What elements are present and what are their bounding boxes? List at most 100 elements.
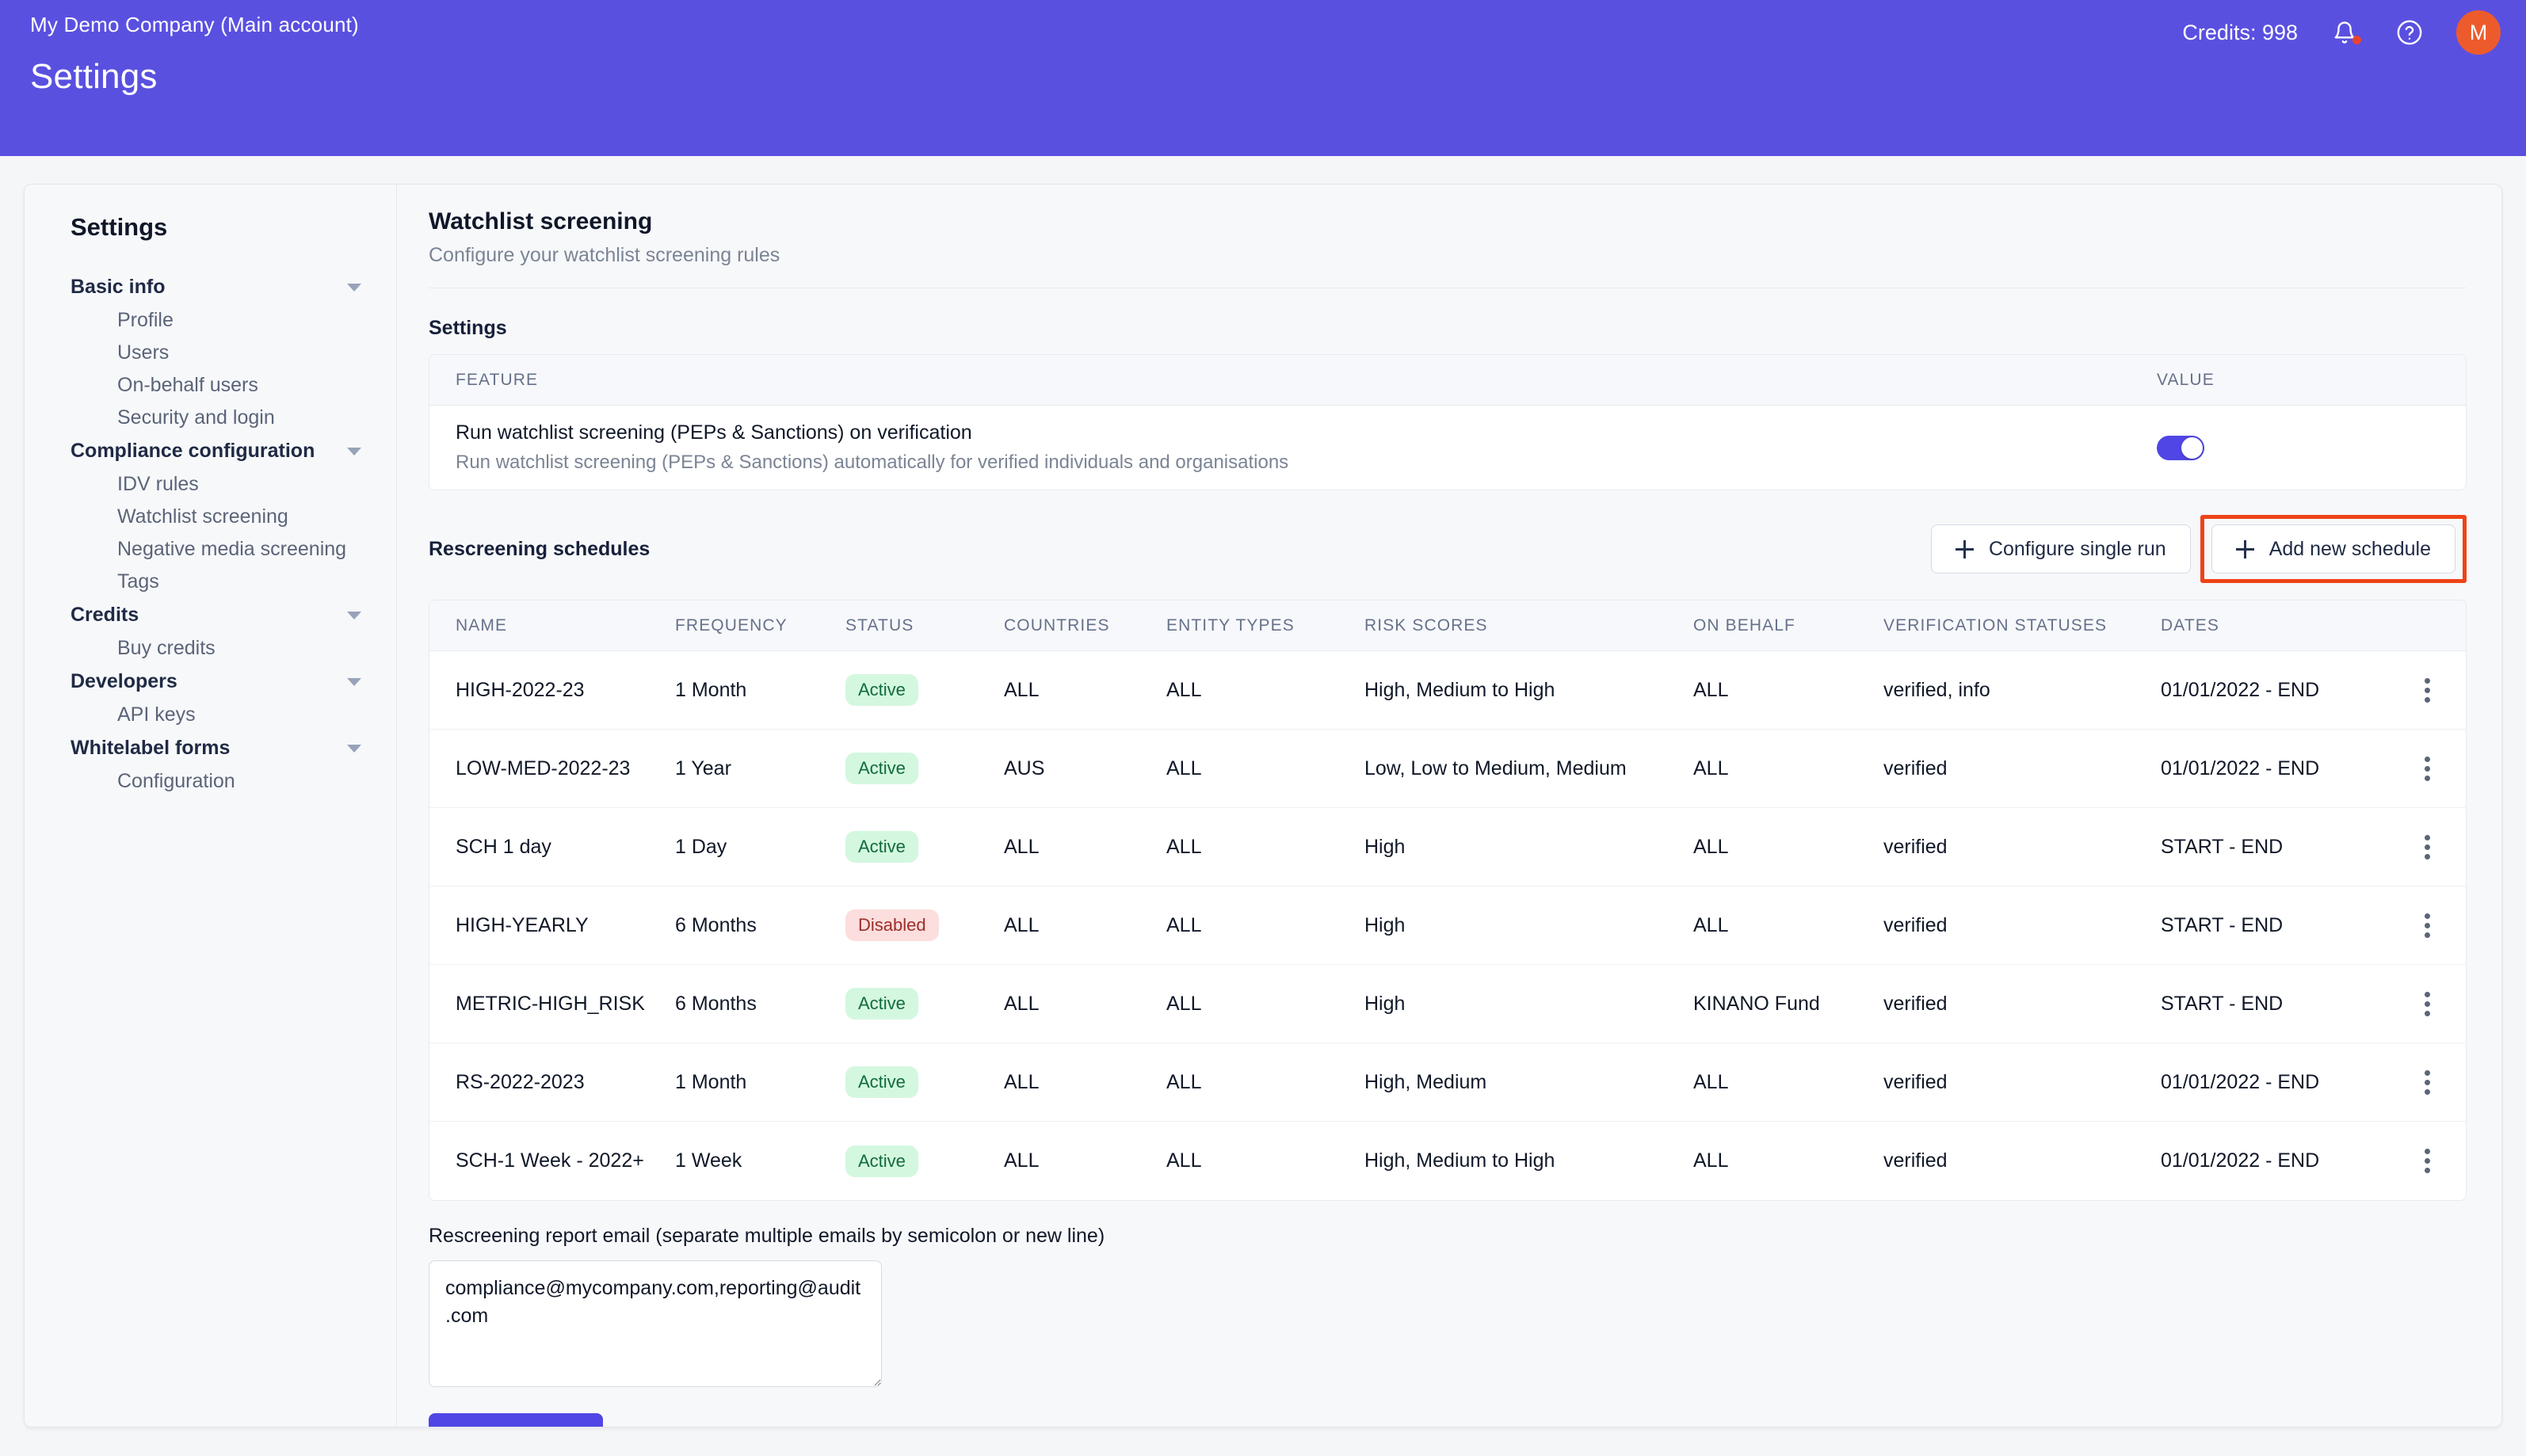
schedule-frequency: 1 Day <box>675 835 727 858</box>
schedule-name: SCH 1 day <box>456 835 551 858</box>
table-row[interactable]: SCH-1 Week - 2022+ 1 Week Active ALL ALL… <box>429 1122 2466 1200</box>
column-header-feature: FEATURE <box>456 370 539 389</box>
configure-single-run-label: Configure single run <box>1988 537 2166 560</box>
add-new-schedule-label: Add new schedule <box>2268 537 2431 560</box>
rescreening-email-input[interactable] <box>429 1260 882 1387</box>
rescreening-schedules-table: NAME FREQUENCY STATUS COUNTRIES ENTITY T… <box>429 600 2467 1201</box>
schedule-frequency: 1 Week <box>675 1149 742 1172</box>
add-new-schedule-button[interactable]: Add new schedule <box>2211 524 2455 574</box>
table-row[interactable]: SCH 1 day 1 Day Active ALL ALL High ALL … <box>429 808 2466 886</box>
chevron-down-icon <box>347 447 361 455</box>
table-row[interactable]: HIGH-2022-23 1 Month Active ALL ALL High… <box>429 651 2466 730</box>
status-badge: Active <box>845 1066 918 1098</box>
schedule-entity-types: ALL <box>1166 757 1202 779</box>
sidebar-item-tags[interactable]: Tags <box>25 566 396 598</box>
row-menu-button[interactable] <box>2425 988 2431 1020</box>
top-header-bar: My Demo Company (Main account) Settings … <box>0 0 2526 156</box>
sidebar-item-users[interactable]: Users <box>25 337 396 369</box>
schedule-countries: ALL <box>1004 1070 1040 1093</box>
status-badge: Active <box>845 674 918 706</box>
sidebar-item-buy-credits[interactable]: Buy credits <box>25 632 396 665</box>
credits-label: Credits: 998 <box>2182 20 2298 44</box>
status-badge: Active <box>845 988 918 1020</box>
table-row[interactable]: HIGH-YEARLY 6 Months Disabled ALL ALL Hi… <box>429 886 2466 965</box>
column-header-countries: COUNTRIES <box>1004 616 1110 635</box>
chevron-down-icon <box>347 677 361 686</box>
rescreening-email-label: Rescreening report email (separate multi… <box>429 1225 1105 1247</box>
chevron-down-icon <box>347 611 361 619</box>
schedule-risk-scores: High <box>1364 913 1406 936</box>
column-header-status: STATUS <box>845 616 914 635</box>
schedule-entity-types: ALL <box>1166 1070 1202 1093</box>
sidebar-item-idv-rules[interactable]: IDV rules <box>25 468 396 501</box>
notifications-button[interactable] <box>2326 14 2363 51</box>
schedule-on-behalf: ALL <box>1693 1149 1729 1172</box>
schedule-name: RS-2022-2023 <box>456 1070 585 1093</box>
sidebar-group-header-basic-info[interactable]: Basic info <box>25 270 396 304</box>
rescreening-schedules-bar: Rescreening schedules Configure single r… <box>429 515 2467 583</box>
sidebar-item-negative-media-screening[interactable]: Negative media screening <box>25 533 396 566</box>
table-row[interactable]: RS-2022-2023 1 Month Active ALL ALL High… <box>429 1043 2466 1122</box>
settings-content: Watchlist screening Configure your watch… <box>397 185 2501 1427</box>
sidebar-item-watchlist-screening[interactable]: Watchlist screening <box>25 501 396 533</box>
schedule-verification-statuses: verified <box>1883 757 1948 779</box>
sidebar-group-label: Basic info <box>71 276 166 298</box>
avatar-initial: M <box>2469 20 2488 44</box>
sidebar-item-on-behalf-users[interactable]: On-behalf users <box>25 369 396 402</box>
header-actions: Credits: 998 M <box>2182 0 2501 65</box>
row-menu-button[interactable] <box>2425 674 2431 707</box>
schedule-dates: START - END <box>2161 913 2284 936</box>
schedule-name: METRIC-HIGH_RISK <box>456 992 645 1015</box>
schedule-dates: 01/01/2022 - END <box>2161 757 2320 779</box>
schedule-name: HIGH-YEARLY <box>456 913 589 936</box>
sidebar-item-configuration[interactable]: Configuration <box>25 765 396 798</box>
schedule-entity-types: ALL <box>1166 913 1202 936</box>
feature-settings-table: FEATURE VALUE Run watchlist screening (P… <box>429 354 2467 490</box>
schedule-frequency: 1 Month <box>675 678 747 701</box>
table-row[interactable]: LOW-MED-2022-23 1 Year Active AUS ALL Lo… <box>429 730 2466 808</box>
schedule-countries: ALL <box>1004 1149 1040 1172</box>
schedules-table-body: HIGH-2022-23 1 Month Active ALL ALL High… <box>429 651 2466 1200</box>
schedule-risk-scores: High <box>1364 835 1406 858</box>
column-header-name: NAME <box>456 616 508 635</box>
row-menu-button[interactable] <box>2425 753 2431 785</box>
row-menu-button[interactable] <box>2425 909 2431 942</box>
table-row[interactable]: METRIC-HIGH_RISK 6 Months Active ALL ALL… <box>429 965 2466 1043</box>
schedule-risk-scores: High, Medium to High <box>1364 1149 1555 1172</box>
schedule-risk-scores: High, Medium to High <box>1364 678 1555 701</box>
schedule-entity-types: ALL <box>1166 992 1202 1015</box>
sidebar-item-profile[interactable]: Profile <box>25 304 396 337</box>
schedule-dates: 01/01/2022 - END <box>2161 1070 2320 1093</box>
schedule-entity-types: ALL <box>1166 1149 1202 1172</box>
schedule-verification-statuses: verified <box>1883 992 1948 1015</box>
sidebar-group-header-credits[interactable]: Credits <box>25 598 396 632</box>
schedule-dates: 01/01/2022 - END <box>2161 678 2320 701</box>
sidebar-group-label: Developers <box>71 670 177 692</box>
settings-sidebar: Settings Basic info Profile Users On-beh… <box>25 185 397 1427</box>
schedule-risk-scores: Low, Low to Medium, Medium <box>1364 757 1627 779</box>
schedule-dates: START - END <box>2161 992 2284 1015</box>
watchlist-screening-toggle[interactable] <box>2157 435 2204 460</box>
status-badge: Active <box>845 753 918 784</box>
update-emails-button[interactable]: Update emails <box>429 1413 603 1427</box>
row-menu-button[interactable] <box>2425 1145 2431 1177</box>
sidebar-group-label: Credits <box>71 604 139 626</box>
row-menu-button[interactable] <box>2425 831 2431 863</box>
chevron-down-icon <box>347 744 361 753</box>
schedule-countries: ALL <box>1004 835 1040 858</box>
schedule-entity-types: ALL <box>1166 678 1202 701</box>
sidebar-item-api-keys[interactable]: API keys <box>25 699 396 731</box>
sidebar-group-header-whitelabel-forms[interactable]: Whitelabel forms <box>25 731 396 765</box>
sidebar-group-header-developers[interactable]: Developers <box>25 665 396 699</box>
help-button[interactable] <box>2391 14 2428 51</box>
schedule-entity-types: ALL <box>1166 835 1202 858</box>
rescreening-schedules-title: Rescreening schedules <box>429 537 651 560</box>
column-header-entity-types: ENTITY TYPES <box>1166 616 1295 635</box>
sidebar-group-header-compliance-configuration[interactable]: Compliance configuration <box>25 434 396 468</box>
column-header-on-behalf: ON BEHALF <box>1693 616 1795 635</box>
avatar[interactable]: M <box>2456 10 2501 55</box>
schedule-verification-statuses: verified <box>1883 835 1948 858</box>
configure-single-run-button[interactable]: Configure single run <box>1930 524 2191 574</box>
row-menu-button[interactable] <box>2425 1066 2431 1099</box>
sidebar-item-security-and-login[interactable]: Security and login <box>25 402 396 434</box>
